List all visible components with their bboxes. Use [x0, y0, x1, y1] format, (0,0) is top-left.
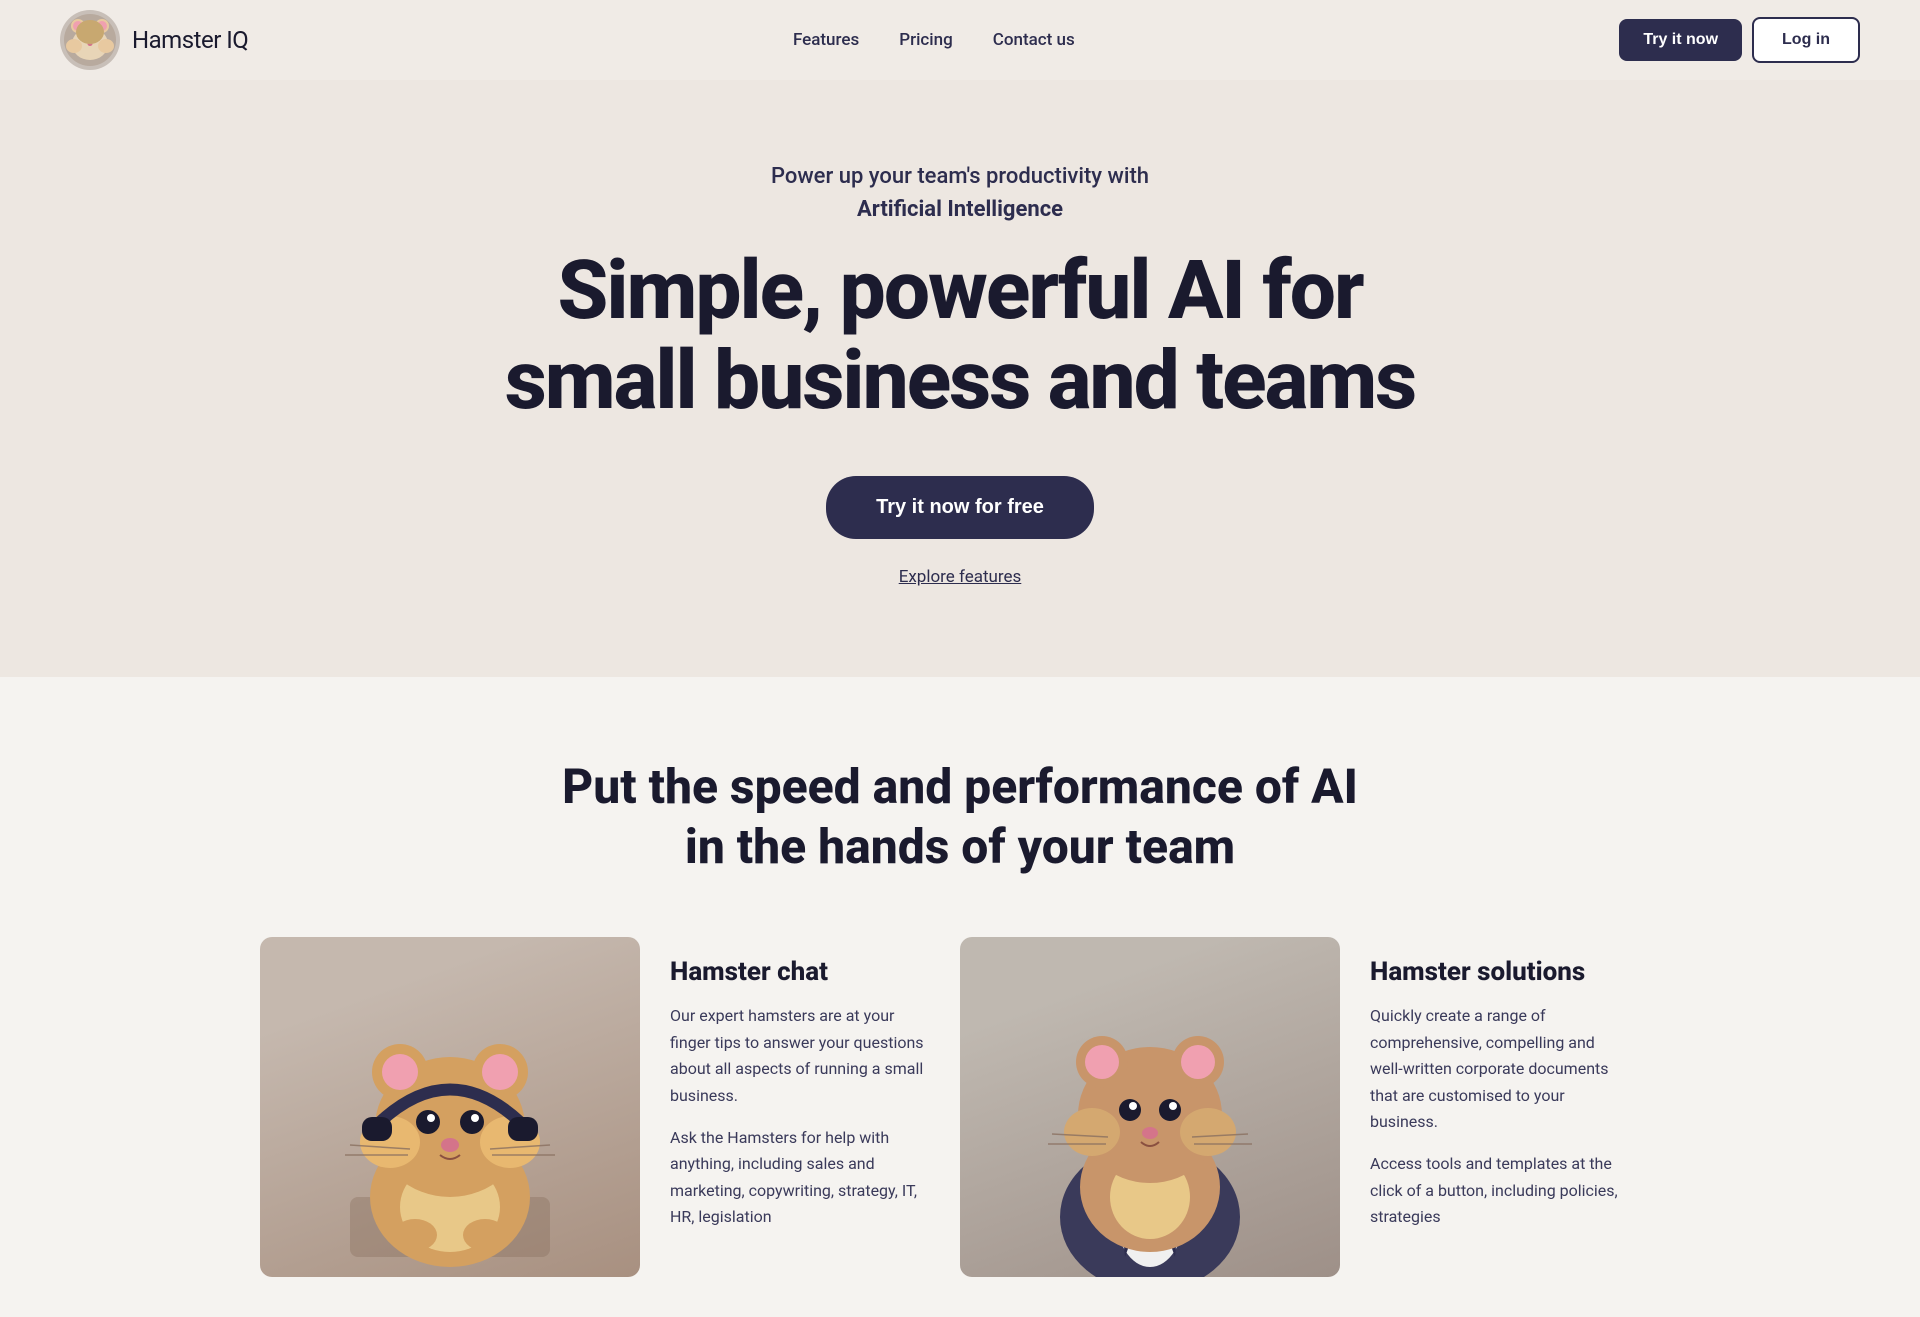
feature-chat-desc1: Our expert hamsters are at your finger t… — [670, 1003, 930, 1109]
feature-solutions-name: Hamster solutions — [1370, 957, 1630, 987]
nav-login-button[interactable]: Log in — [1752, 17, 1860, 63]
feature-solutions-content: Hamster solutions Quickly create a range… — [1340, 937, 1660, 1266]
feature-solutions-desc2: Access tools and templates at the click … — [1370, 1151, 1630, 1230]
features-grid: Hamster chat Our expert hamsters are at … — [260, 937, 1660, 1277]
logo-text: Hamster IQ — [132, 26, 248, 54]
features-section: Put the speed and performance of AI in t… — [0, 677, 1920, 1317]
feature-chat-desc2: Ask the Hamsters for help with anything,… — [670, 1125, 930, 1231]
logo[interactable]: Hamster IQ — [60, 10, 248, 70]
hamster-solutions-image — [960, 937, 1340, 1277]
hero-tagline: Power up your team's productivity with A… — [60, 160, 1860, 226]
nav-features[interactable]: Features — [793, 30, 859, 50]
nav-try-now-button[interactable]: Try it now — [1619, 19, 1742, 61]
nav-contact[interactable]: Contact us — [993, 30, 1075, 50]
feature-solutions-desc1: Quickly create a range of comprehensive,… — [1370, 1003, 1630, 1135]
feature-card-chat: Hamster chat Our expert hamsters are at … — [260, 937, 960, 1277]
feature-chat-name: Hamster chat — [670, 957, 930, 987]
hero-title: Simple, powerful AI for small business a… — [60, 246, 1860, 426]
nav-links: Features Pricing Contact us — [793, 30, 1075, 50]
navbar: Hamster IQ Features Pricing Contact us T… — [0, 0, 1920, 80]
explore-features-link[interactable]: Explore features — [60, 567, 1860, 587]
feature-card-solutions: Hamster solutions Quickly create a range… — [960, 937, 1660, 1277]
logo-icon — [60, 10, 120, 70]
nav-buttons: Try it now Log in — [1619, 17, 1860, 63]
hero-section: Power up your team's productivity with A… — [0, 80, 1920, 677]
hero-cta-button[interactable]: Try it now for free — [826, 476, 1094, 539]
hamster-chat-image — [260, 937, 640, 1277]
feature-chat-content: Hamster chat Our expert hamsters are at … — [640, 937, 960, 1266]
features-title: Put the speed and performance of AI in t… — [60, 757, 1860, 877]
nav-pricing[interactable]: Pricing — [899, 30, 953, 50]
